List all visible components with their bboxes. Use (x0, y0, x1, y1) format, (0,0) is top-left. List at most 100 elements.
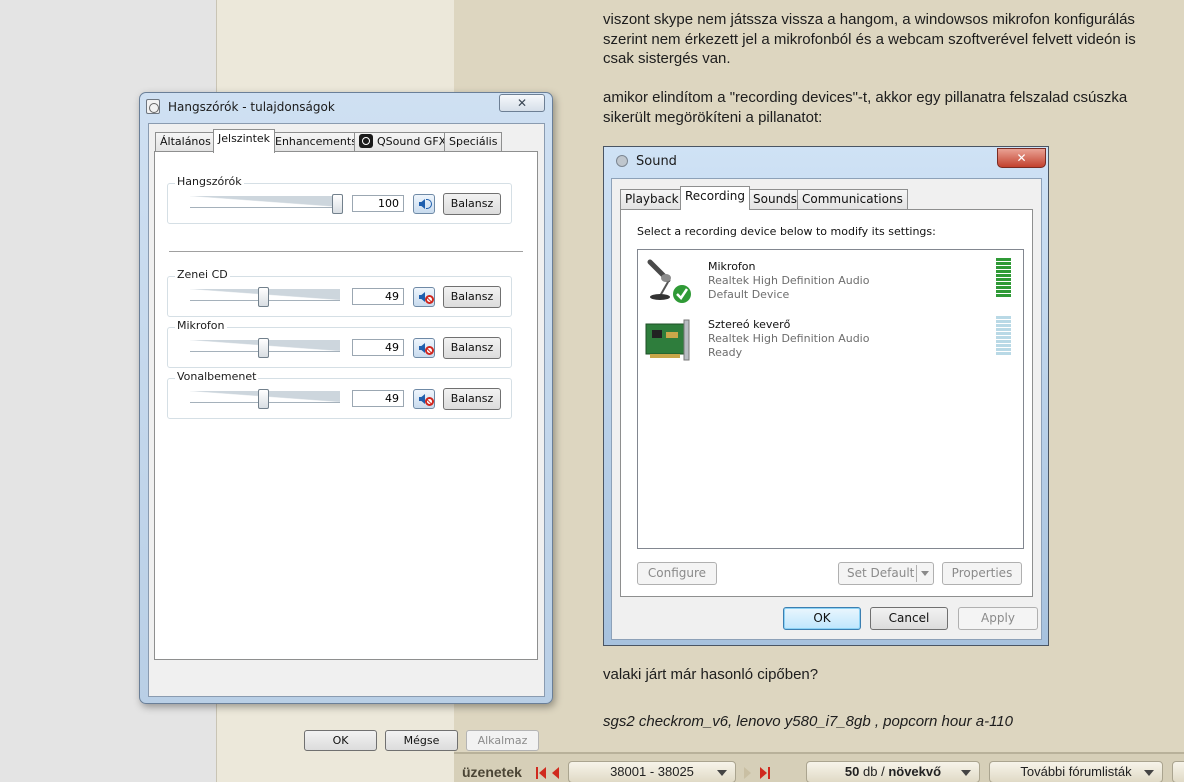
muted-icon (425, 397, 434, 406)
slider-thumb[interactable] (258, 338, 269, 358)
muted-icon (425, 295, 434, 304)
volume-value-field[interactable]: 49 (352, 339, 404, 356)
dialog-body: Playback Recording Sounds Communications… (611, 178, 1042, 640)
group-label: Mikrofon (175, 319, 227, 332)
tab-enhancements[interactable]: Enhancements (270, 132, 362, 152)
close-button[interactable]: ✕ (499, 94, 545, 112)
last-page-icon[interactable] (758, 767, 770, 781)
message-pager-bar: üzenetek 38001 - 38025 50 db / növekvő T… (454, 752, 1184, 782)
sound-dialog-screenshot: Sound ✕ Playback Recording Sounds Commun… (603, 146, 1049, 646)
tab-playback[interactable]: Playback (620, 189, 684, 209)
next-page-icon[interactable] (743, 767, 752, 781)
post-line: amikor elindítom a "recording devices"-t… (603, 89, 1128, 106)
forum-lists-select[interactable]: További fórumlisták (989, 761, 1163, 782)
tab-general[interactable]: Általános (155, 132, 216, 152)
level-segment (996, 336, 1011, 339)
post-paragraph-2: amikor elindítom a "recording devices"-t… (603, 88, 1127, 127)
volume-value-field[interactable]: 49 (352, 288, 404, 305)
volume-slider[interactable] (190, 287, 340, 307)
tab-qsound-gfx[interactable]: QSound GFX (354, 132, 452, 152)
set-default-button[interactable]: Set Default (838, 562, 934, 585)
page-size-order-select[interactable]: 50 db / növekvő (806, 761, 980, 782)
first-page-glyph (536, 767, 546, 779)
slider-track (190, 196, 340, 208)
ok-button[interactable]: OK (783, 607, 861, 630)
apply-button[interactable]: Alkalmaz (466, 730, 539, 751)
device-status: Ready (708, 346, 743, 359)
group-label: Vonalbemenet (175, 370, 259, 383)
post-line: sikerült megörökíteni a pillanatot: (603, 108, 823, 126)
close-button[interactable]: ✕ (997, 148, 1046, 168)
page-range-select[interactable]: 38001 - 38025 (568, 761, 736, 782)
first-page-icon[interactable] (536, 767, 548, 781)
muted-icon (425, 346, 434, 355)
level-segment (996, 290, 1011, 293)
cancel-button[interactable]: Mégse (385, 730, 458, 751)
level-segment (996, 278, 1011, 281)
group-label: Hangszórók (175, 175, 244, 188)
level-group-microphone: Mikrofon 49 Balansz (167, 319, 512, 368)
prev-page-icon[interactable] (551, 767, 560, 781)
volume-value-field[interactable]: 100 (352, 195, 404, 212)
instruction-text: Select a recording device below to modif… (637, 225, 936, 238)
level-segment (996, 332, 1011, 335)
tab-advanced[interactable]: Speciális (444, 132, 503, 152)
level-segment (996, 294, 1011, 297)
level-segment (996, 262, 1011, 265)
device-driver: Realtek High Definition Audio (708, 332, 870, 345)
tab-levels[interactable]: Jelszintek (213, 129, 276, 153)
ok-button[interactable]: OK (304, 730, 377, 751)
configure-button[interactable]: Configure (637, 562, 717, 585)
device-status: Default Device (708, 288, 790, 301)
cancel-button[interactable]: Cancel (870, 607, 948, 630)
post-line: viszont skype nem játssza vissza a hango… (603, 11, 1135, 28)
chevron-down-icon (921, 571, 929, 576)
select-value: 38001 - 38025 (610, 764, 694, 779)
slider-thumb[interactable] (332, 194, 343, 214)
tab-communications[interactable]: Communications (797, 189, 908, 209)
last-page-glyph (760, 767, 770, 779)
level-segment (996, 320, 1011, 323)
tab-recording[interactable]: Recording (680, 186, 751, 210)
level-segment (996, 324, 1011, 327)
group-label: Zenei CD (175, 268, 230, 281)
balance-button[interactable]: Balansz (443, 286, 501, 308)
balance-button[interactable]: Balansz (443, 337, 501, 359)
recording-tab-panel: Select a recording device below to modif… (620, 209, 1033, 597)
mute-toggle[interactable] (413, 338, 435, 358)
mute-toggle[interactable] (413, 287, 435, 307)
sort-order: növekvő (888, 764, 942, 779)
level-segment (996, 316, 1011, 319)
speaker-mute-toggle[interactable] (413, 194, 435, 214)
levels-tab-panel: Hangszórók 100 Balansz Zenei CD 49 Balan… (154, 151, 538, 660)
prev-page-glyph (552, 767, 559, 779)
device-name: Sztereó keverő (708, 318, 791, 331)
balance-button[interactable]: Balansz (443, 388, 501, 410)
volume-slider[interactable] (190, 389, 340, 409)
level-segment (996, 344, 1011, 347)
tab-label: QSound GFX (377, 135, 447, 148)
volume-value-field[interactable]: 49 (352, 390, 404, 407)
sound-icon (616, 155, 628, 167)
extra-select[interactable] (1172, 761, 1184, 782)
properties-button[interactable]: Properties (942, 562, 1022, 585)
device-name: Mikrofon (708, 260, 756, 273)
volume-slider[interactable] (190, 338, 340, 358)
slider-thumb[interactable] (258, 389, 269, 409)
mute-toggle[interactable] (413, 389, 435, 409)
level-meter (996, 316, 1011, 355)
set-default-label: Set Default (847, 566, 915, 580)
volume-slider[interactable] (190, 194, 343, 214)
apply-button[interactable]: Apply (958, 607, 1038, 630)
balance-button[interactable]: Balansz (443, 193, 501, 215)
qsound-icon (359, 134, 373, 148)
chevron-down-icon (961, 770, 971, 776)
select-value: További fórumlisták (1020, 764, 1132, 779)
recording-device-list[interactable]: Mikrofon Realtek High Definition Audio D… (637, 249, 1024, 549)
speaker-icon (419, 394, 425, 404)
dialog-body: Általános Jelszintek Enhancements QSound… (148, 123, 545, 751)
chevron-down-icon (717, 770, 727, 776)
level-segment (996, 352, 1011, 355)
slider-thumb[interactable] (258, 287, 269, 307)
tab-sounds[interactable]: Sounds (748, 189, 803, 209)
